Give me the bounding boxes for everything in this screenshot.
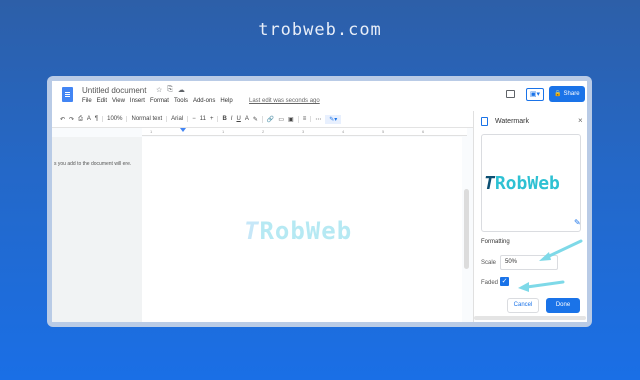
document-scrollbar[interactable] (464, 189, 469, 269)
menu-tools[interactable]: Tools (174, 98, 188, 104)
screenshot-frame: Untitled document ☆ ⎘ ☁ File Edit View I… (47, 76, 592, 327)
text-color-button[interactable]: A (245, 116, 249, 122)
panel-title: Watermark (495, 118, 529, 125)
more-icon[interactable]: ⋯ (315, 116, 321, 123)
bold-button[interactable]: B (222, 116, 226, 122)
menu-insert[interactable]: Insert (130, 98, 145, 104)
close-icon[interactable]: × (578, 116, 583, 125)
scale-label: Scale (481, 260, 497, 266)
editing-mode-icon[interactable]: ✎▾ (325, 114, 342, 124)
title-icons: ☆ ⎘ ☁ (156, 86, 185, 94)
link-icon[interactable]: 🔗 (267, 116, 274, 123)
font-size-input[interactable]: 11 (200, 116, 206, 122)
share-button[interactable]: 🔒 Share (549, 86, 585, 102)
font-size-increase[interactable]: + (210, 116, 219, 122)
underline-button[interactable]: U (236, 116, 240, 122)
preview-prefix: T (484, 173, 495, 194)
cancel-button[interactable]: Cancel (507, 298, 539, 313)
star-icon[interactable]: ☆ (156, 86, 162, 94)
watermark-preview: TRobWeb ✎ (481, 134, 581, 232)
docs-header: Untitled document ☆ ⎘ ☁ File Edit View I… (52, 81, 587, 111)
paint-format-icon[interactable]: ¶ (95, 116, 104, 122)
docs-window: Untitled document ☆ ⎘ ☁ File Edit View I… (52, 81, 587, 322)
panel-scrollbar[interactable] (474, 316, 586, 320)
print-icon[interactable]: ⎙ (78, 116, 83, 123)
watermark-text: RobWeb (259, 217, 353, 245)
align-icon[interactable]: ≡ (303, 116, 312, 122)
font-select[interactable]: Arial (171, 116, 189, 122)
faded-label: Faded (481, 280, 499, 286)
cloud-status-icon[interactable]: ☁ (178, 86, 185, 94)
italic-button[interactable]: I (231, 116, 233, 122)
menu-view[interactable]: View (112, 98, 125, 104)
menu-help[interactable]: Help (220, 98, 232, 104)
site-title: trobweb.com (258, 20, 382, 40)
ruler-tick: 1 (150, 129, 153, 134)
indent-marker-icon[interactable] (180, 128, 186, 132)
highlight-icon[interactable]: ✎ (253, 115, 263, 123)
ruler-tick: 5 (382, 129, 385, 134)
ruler-tick: 3 (302, 129, 305, 134)
outline-hint-text: s you add to the document will ere. (54, 161, 132, 167)
preview-text: RobWeb (494, 173, 560, 194)
document-icon (481, 117, 488, 126)
preview-watermark: TRobWeb (484, 173, 560, 194)
faded-checkbox[interactable]: ✓ (500, 277, 509, 286)
panel-header: Watermark × (474, 111, 587, 131)
menu-format[interactable]: Format (150, 98, 169, 104)
ruler-tick: 1 (222, 129, 225, 134)
ruler-tick: 4 (342, 129, 345, 134)
undo-icon[interactable]: ↶ (60, 116, 65, 123)
menu-bar: File Edit View Insert Format Tools Add-o… (82, 98, 233, 104)
ruler-tick: 2 (262, 129, 265, 134)
menu-addons[interactable]: Add-ons (193, 98, 215, 104)
insert-image-icon[interactable]: ▣ (288, 115, 299, 123)
document-page[interactable]: TRobWeb (142, 137, 462, 322)
zoom-select[interactable]: 100% (107, 116, 128, 122)
style-select[interactable]: Normal text (131, 116, 168, 122)
watermark-panel: Watermark × TRobWeb ✎ Formatting Scale 5… (473, 111, 587, 322)
redo-icon[interactable]: ↷ (69, 116, 74, 123)
menu-edit[interactable]: Edit (97, 98, 107, 104)
move-folder-icon[interactable]: ⎘ (167, 86, 173, 94)
comment-history-icon[interactable] (506, 90, 515, 98)
watermark-prefix: T (244, 217, 260, 245)
toolbar: ↶ ↷ ⎙ A ¶ 100% Normal text Arial − 11 + … (52, 111, 473, 128)
done-button[interactable]: Done (546, 298, 580, 313)
document-title[interactable]: Untitled document (82, 86, 146, 95)
font-size-decrease[interactable]: − (192, 116, 196, 122)
add-comment-icon[interactable]: ▭ (278, 116, 284, 123)
scale-input[interactable]: 50% (500, 255, 558, 270)
page-watermark: TRobWeb (244, 217, 352, 245)
menu-file[interactable]: File (82, 98, 92, 104)
ruler-tick: 6 (422, 129, 425, 134)
present-button[interactable]: ▣▾ (526, 88, 544, 101)
ruler[interactable]: 1 1 2 3 4 5 6 (142, 128, 467, 136)
formatting-label: Formatting (481, 239, 510, 245)
edit-pencil-icon[interactable]: ✎ (574, 218, 581, 227)
last-edit-link[interactable]: Last edit was seconds ago (249, 98, 320, 104)
document-outline-pane: s you add to the document will ere. (52, 137, 142, 322)
spellcheck-icon[interactable]: A (87, 116, 91, 122)
docs-logo-icon[interactable] (62, 87, 73, 102)
